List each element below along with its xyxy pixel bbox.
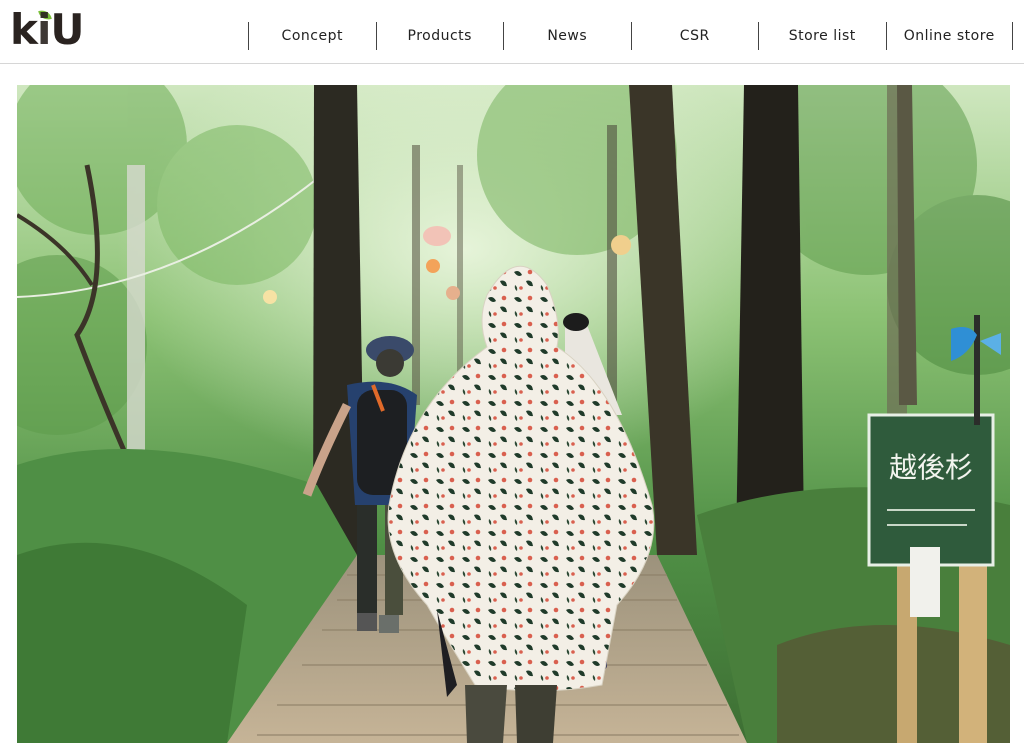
- nav-item-concept[interactable]: Concept: [248, 22, 376, 50]
- main-nav: Concept Products News CSR Store list Onl…: [248, 22, 1013, 50]
- nav-item-online-store[interactable]: Online store: [885, 22, 1013, 50]
- logo-letter-i: i: [36, 5, 52, 54]
- logo-letter-i-text: i: [36, 5, 51, 54]
- nav-item-csr[interactable]: CSR: [630, 22, 759, 50]
- lantern: [446, 286, 460, 300]
- nav-item-store-list[interactable]: Store list: [758, 22, 886, 50]
- lantern: [423, 226, 451, 246]
- nav-item-news[interactable]: News: [503, 22, 631, 50]
- hero-image: 越後杉: [17, 85, 1010, 743]
- sign-text: 越後杉: [889, 451, 973, 484]
- kiu-logo[interactable]: k i U: [10, 5, 84, 54]
- lantern: [611, 235, 631, 255]
- forest-trail-photo: 越後杉: [17, 85, 1010, 743]
- logo-letter-k: k: [10, 5, 38, 54]
- site-header: k i U Concept Products News CSR Store li…: [0, 0, 1024, 64]
- logo-letter-u: U: [50, 5, 84, 54]
- nav-item-products[interactable]: Products: [375, 22, 504, 50]
- lantern: [426, 259, 440, 273]
- lantern: [263, 290, 277, 304]
